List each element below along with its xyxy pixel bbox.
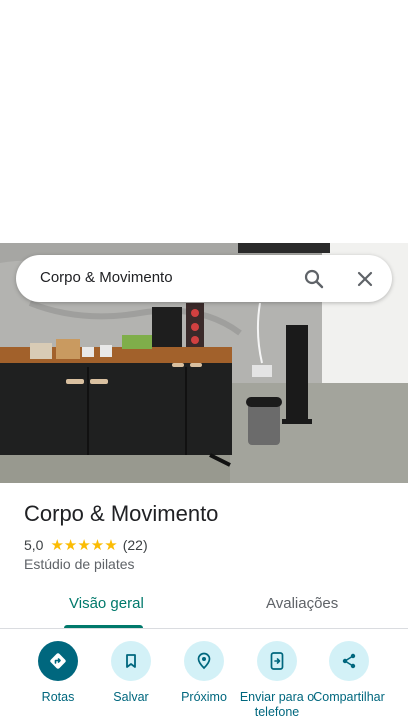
search-icon[interactable] (302, 267, 326, 291)
review-count: (22) (122, 537, 148, 553)
search-input[interactable]: Corpo & Movimento (40, 269, 173, 286)
nearby-label: Próximo (181, 690, 227, 704)
share-label: Compartilhar (313, 690, 385, 704)
place-category[interactable]: Estúdio de pilates (24, 556, 135, 572)
tab-reviews[interactable]: Avaliações (266, 595, 338, 612)
directions-button[interactable]: Rotas (18, 641, 98, 705)
nearby-icon (184, 641, 224, 681)
send-to-phone-button[interactable]: Enviar para o telefone (237, 641, 317, 720)
save-label: Salvar (113, 690, 149, 704)
close-icon[interactable] (353, 267, 377, 291)
search-bar[interactable]: Corpo & Movimento (16, 255, 392, 302)
directions-label: Rotas (41, 690, 75, 704)
bookmark-icon (111, 641, 151, 681)
map-area[interactable] (0, 0, 408, 243)
save-button[interactable]: Salvar (91, 641, 171, 705)
share-button[interactable]: Compartilhar (309, 641, 389, 705)
tab-bar: Visão geral Avaliações (0, 585, 408, 629)
send-to-phone-label: Enviar para o telefone (239, 690, 315, 719)
star-rating-icon: ★★★★★ (50, 537, 118, 554)
directions-icon (38, 641, 78, 681)
send-to-phone-icon (257, 641, 297, 681)
share-icon (329, 641, 369, 681)
rating-value: 5,0 (24, 537, 44, 553)
rating-row[interactable]: 5,0 ★★★★★ (22) (24, 536, 148, 554)
tab-overview[interactable]: Visão geral (69, 595, 144, 612)
active-tab-indicator (64, 625, 143, 628)
place-title: Corpo & Movimento (24, 501, 219, 526)
nearby-button[interactable]: Próximo (164, 641, 244, 705)
